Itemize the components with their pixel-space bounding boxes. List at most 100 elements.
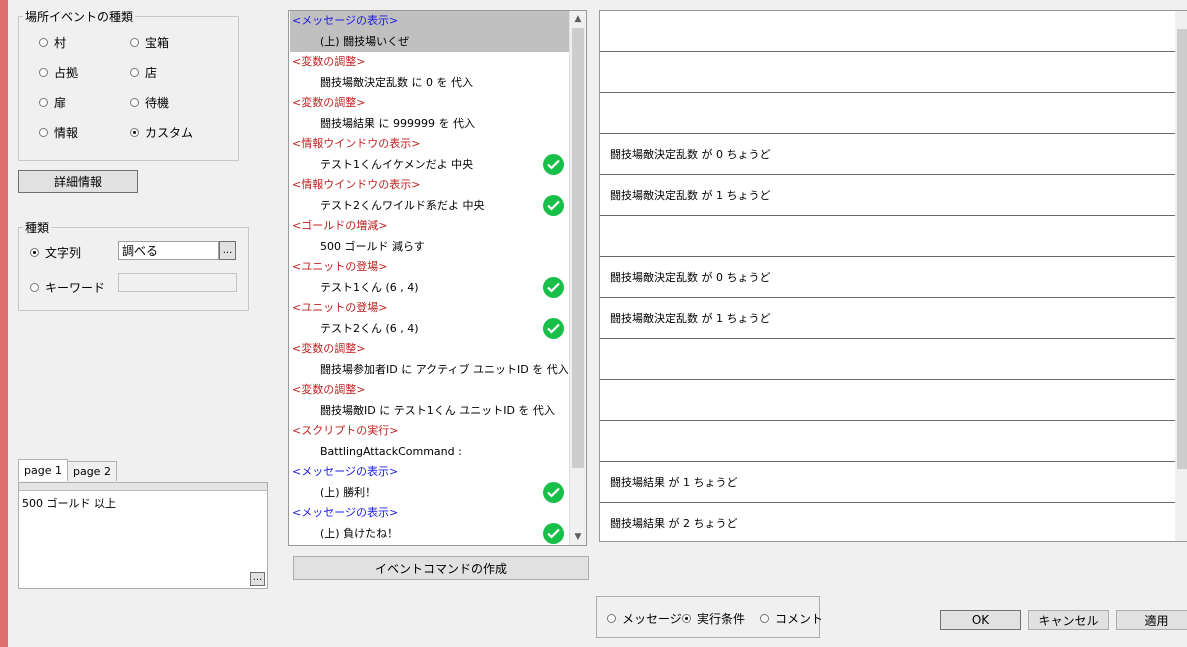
radio-string[interactable]: 文字列 [30,244,81,261]
command-list-scrollbar[interactable]: ▲ ▼ [569,11,586,545]
apply-button[interactable]: 適用 [1116,610,1187,630]
condition-row[interactable] [600,11,1176,52]
command-detail[interactable]: テスト1くん (6 , 4) [290,278,570,299]
condition-scroll-thumb[interactable] [1177,29,1187,469]
radio-message[interactable]: メッセージ [607,610,682,627]
command-scroll-thumb[interactable] [572,28,584,468]
radio-string-indicator [30,248,39,257]
condition-row[interactable]: 闘技場結果 が 2 ちょうど [600,503,1176,541]
radio-info-label: 情報 [54,126,79,140]
command-header[interactable]: <スクリプトの実行> [290,421,572,442]
tab-page-1[interactable]: page 1 [18,459,68,481]
page-tabs: page 1 page 2 [18,459,117,481]
condition-list-scrollbar[interactable] [1175,11,1187,541]
command-header[interactable]: <メッセージの表示> [290,11,572,32]
checkmark-icon [543,523,564,544]
command-header[interactable]: <メッセージの表示> [290,503,572,524]
condition-row[interactable] [600,216,1176,257]
scroll-up-icon[interactable]: ▲ [570,11,586,27]
command-detail[interactable]: テスト2くんワイルド系だよ 中央 [290,196,570,217]
ok-button[interactable]: OK [940,610,1021,630]
radio-shop[interactable]: 店 [130,64,157,81]
command-header[interactable]: <メッセージの表示> [290,462,572,483]
radio-exec-condition-label: 実行条件 [697,612,746,626]
command-header[interactable]: <情報ウインドウの表示> [290,175,572,196]
command-detail[interactable]: (上) 負けたね！ [290,524,570,545]
detail-info-button[interactable]: 詳細情報 [18,170,138,193]
command-header[interactable]: <ゴールドの増減> [290,216,572,237]
radio-door-indicator [39,98,48,107]
radio-exec-condition-indicator [682,614,691,623]
condition-row[interactable]: 闘技場敵決定乱数 が 0 ちょうど [600,257,1176,298]
condition-row[interactable] [600,339,1176,380]
checkmark-icon [543,154,564,175]
condition-text: 闘技場敵決定乱数 が 0 ちょうど [610,148,771,161]
radio-treasure[interactable]: 宝箱 [130,34,169,51]
command-detail[interactable]: 闘技場敵ID に テスト1くん ユニットID を 代入 [290,401,570,422]
command-detail[interactable]: BattlingAttackCommand : [290,442,570,463]
condition-row[interactable]: 闘技場敵決定乱数 が 1 ちょうど [600,298,1176,339]
radio-exec-condition[interactable]: 実行条件 [682,610,745,627]
command-header[interactable]: <変数の調整> [290,52,572,73]
radio-treasure-label: 宝箱 [145,36,170,50]
radio-info-indicator [39,128,48,137]
radio-occupy-indicator [39,68,48,77]
condition-row[interactable]: 闘技場結果 が 1 ちょうど [600,462,1176,503]
radio-wait[interactable]: 待機 [130,94,169,111]
radio-message-label: メッセージ [622,612,682,626]
event-command-list[interactable]: <メッセージの表示> (上) 闘技場いくぜ <変数の調整> 闘技場敵決定乱数 に 0 … [288,10,587,546]
command-header[interactable]: <情報ウインドウの表示> [290,134,572,155]
command-detail[interactable]: テスト1くんイケメンだよ 中央 [290,155,570,176]
radio-custom-indicator [130,128,139,137]
command-header[interactable]: <変数の調整> [290,93,572,114]
condition-row[interactable] [600,52,1176,93]
radio-occupy[interactable]: 占拠 [39,64,78,81]
radio-custom-label: カスタム [145,126,194,140]
radio-keyword-label: キーワード [45,281,106,295]
scroll-down-icon[interactable]: ▼ [570,529,586,545]
command-header[interactable]: <ユニットの登場> [290,298,572,319]
radio-comment-label: コメント [775,612,824,626]
create-event-command-button[interactable]: イベントコマンドの作成 [293,556,589,580]
string-input[interactable]: 調べる [118,241,219,260]
command-detail[interactable]: 闘技場結果 に 999999 を 代入 [290,114,570,135]
command-detail[interactable]: (上) 闘技場いくぜ [290,31,570,52]
keyword-input[interactable] [118,273,237,292]
window-edge-bar [0,0,8,647]
condition-row[interactable]: 闘技場敵決定乱数 が 0 ちょうど [600,134,1176,175]
page-condition-text: 500 ゴールド 以上 [22,497,116,510]
page-condition-panel: 500 ゴールド 以上 ... [18,482,268,589]
radio-shop-indicator [130,68,139,77]
radio-wait-indicator [130,98,139,107]
type-legend: 種類 [25,221,50,235]
radio-custom[interactable]: カスタム [130,124,193,141]
radio-door-label: 扉 [54,96,67,110]
string-browse-button[interactable]: ... [219,241,236,260]
condition-row[interactable]: 闘技場敵決定乱数 が 1 ちょうど [600,175,1176,216]
condition-text: 闘技場敵決定乱数 が 1 ちょうど [610,312,771,325]
condition-row[interactable] [600,380,1176,421]
cancel-button[interactable]: キャンセル [1028,610,1109,630]
command-detail[interactable]: 闘技場敵決定乱数 に 0 を 代入 [290,73,570,94]
command-header[interactable]: <ユニットの登場> [290,257,572,278]
page-condition-strip [19,483,267,491]
tab-page-2[interactable]: page 2 [66,461,117,481]
page-condition-browse-button[interactable]: ... [250,572,265,586]
condition-list[interactable]: 闘技場敵決定乱数 が 0 ちょうど 闘技場敵決定乱数 が 1 ちょうど 闘技場敵決定… [599,10,1187,542]
radio-comment-indicator [760,614,769,623]
radio-village[interactable]: 村 [39,34,66,51]
condition-text: 闘技場結果 が 2 ちょうど [610,517,738,530]
command-detail[interactable]: (上) 勝利！ [290,483,570,504]
radio-info[interactable]: 情報 [39,124,78,141]
command-detail[interactable]: 500 ゴールド 減らす [290,237,570,258]
radio-keyword[interactable]: キーワード [30,279,105,296]
command-header[interactable]: <変数の調整> [290,339,572,360]
radio-door[interactable]: 扉 [39,94,66,111]
command-header[interactable]: <変数の調整> [290,380,572,401]
condition-row[interactable] [600,421,1176,462]
radio-string-label: 文字列 [45,246,82,260]
condition-row[interactable] [600,93,1176,134]
command-detail[interactable]: テスト2くん (6 , 4) [290,319,570,340]
radio-comment[interactable]: コメント [760,610,823,627]
command-detail[interactable]: 闘技場参加者ID に アクティブ ユニットID を 代入 [290,360,570,381]
